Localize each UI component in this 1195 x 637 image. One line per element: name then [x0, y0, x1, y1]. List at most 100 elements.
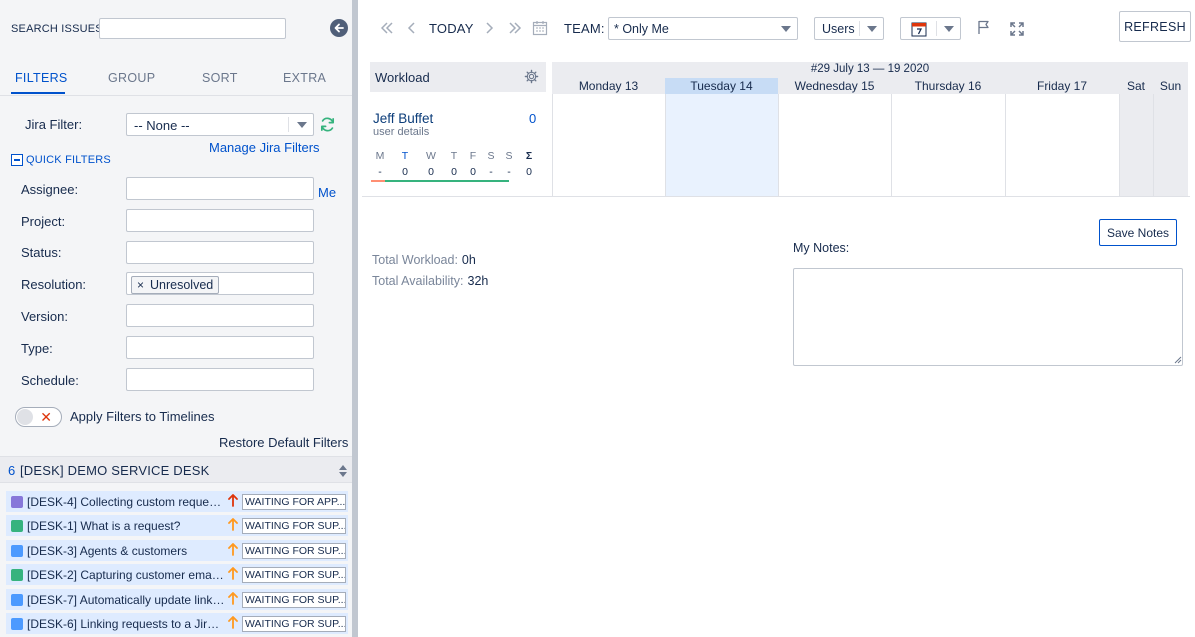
view-select[interactable]: Users: [814, 17, 884, 40]
type-input[interactable]: [126, 336, 314, 359]
chevron-right-icon[interactable]: [482, 21, 496, 35]
status-input[interactable]: [126, 241, 314, 264]
priority-high-icon: [228, 518, 238, 532]
issue-status: WAITING FOR SUP...: [242, 567, 346, 584]
collapse-box-icon: [11, 154, 23, 166]
day-header: Thursday 16: [891, 78, 1005, 94]
group-header[interactable]: 6 [DESK] DEMO SERVICE DESK: [0, 456, 352, 483]
issue-status: WAITING FOR SUP...: [242, 542, 346, 559]
select-separator: [288, 117, 289, 132]
issue-status: WAITING FOR SUP...: [242, 615, 346, 632]
mini-day-header: F: [469, 150, 477, 162]
quick-filters-toggle[interactable]: QUICK FILTERS: [11, 154, 111, 166]
toggle-knob: [17, 409, 33, 425]
assignee-label: Assignee:: [21, 182, 79, 197]
user-name[interactable]: Jeff Buffet: [373, 111, 433, 126]
jira-filter-label: Jira Filter:: [25, 117, 83, 132]
total-workload-value: 0h: [461, 253, 476, 267]
assignee-me-link[interactable]: Me: [318, 185, 336, 200]
issue-row[interactable]: [DESK-1] What is a request? WAITING FOR …: [6, 515, 348, 537]
remove-chip-icon[interactable]: ×: [137, 278, 144, 292]
issue-summary: [DESK-7] Automatically update linke...: [27, 592, 225, 607]
assignee-input[interactable]: [126, 177, 314, 200]
refresh-icon[interactable]: [319, 116, 336, 133]
mini-day-value: -: [507, 166, 511, 178]
project-label: Project:: [21, 214, 66, 229]
apply-filters-toggle[interactable]: ✕: [15, 407, 62, 427]
tab-group[interactable]: GROUP: [108, 71, 155, 85]
resolution-chip-label: Unresolved: [150, 278, 214, 292]
mini-day-header: S: [487, 150, 495, 162]
total-workload-label: Total Workload:: [372, 253, 458, 267]
notes-label: My Notes:: [793, 241, 850, 255]
tab-filters[interactable]: FILTERS: [15, 71, 68, 85]
search-input[interactable]: [99, 18, 286, 39]
team-label: TEAM:: [564, 21, 605, 36]
calendar-icon[interactable]: [532, 20, 548, 36]
mini-day-value: -: [489, 166, 493, 178]
day-cell[interactable]: [891, 94, 1005, 196]
team-select[interactable]: * Only Me: [608, 17, 798, 40]
mini-day-header: W: [426, 150, 436, 162]
manage-jira-filters-link[interactable]: Manage Jira Filters: [209, 140, 320, 155]
resolution-label: Resolution:: [21, 277, 87, 292]
save-notes-button[interactable]: Save Notes: [1099, 219, 1177, 246]
user-details-link[interactable]: user details: [373, 126, 429, 138]
tab-sort[interactable]: SORT: [202, 71, 238, 85]
day-cell[interactable]: [1005, 94, 1119, 196]
issue-row[interactable]: [DESK-4] Collecting custom request ... W…: [6, 491, 348, 512]
mini-day-header: T: [401, 150, 409, 162]
toggle-off-icon: ✕: [40, 409, 52, 425]
grid-divider: [362, 196, 1190, 197]
day-cell[interactable]: [1153, 94, 1188, 196]
request-type-icon: [11, 593, 23, 606]
group-title: [DESK] DEMO SERVICE DESK: [20, 463, 210, 478]
calendar-select[interactable]: [900, 17, 961, 40]
day-cell[interactable]: [778, 94, 891, 196]
flag-icon[interactable]: [976, 19, 992, 35]
issue-row[interactable]: [DESK-6] Linking requests to a Jira So..…: [6, 612, 348, 634]
restore-default-filters-link[interactable]: Restore Default Filters: [219, 435, 348, 450]
apply-filters-label: Apply Filters to Timelines: [70, 409, 215, 424]
priority-highest-icon: [228, 494, 238, 507]
issue-row[interactable]: [DESK-3] Agents & customers WAITING FOR …: [6, 539, 348, 561]
view-select-value: Users: [822, 22, 855, 36]
version-input[interactable]: [126, 304, 314, 327]
jira-filter-select[interactable]: -- None --: [126, 113, 314, 136]
total-workload-row: Total Workload: 0h: [372, 253, 488, 274]
issue-status: WAITING FOR SUP...: [242, 591, 346, 608]
issue-row[interactable]: [DESK-7] Automatically update linke... W…: [6, 588, 348, 610]
tab-extra[interactable]: EXTRA: [283, 71, 326, 85]
gear-icon[interactable]: [524, 69, 539, 84]
mini-day-value: 0: [470, 166, 476, 178]
panel-splitter[interactable]: [352, 0, 360, 637]
group-count: 6: [8, 463, 16, 478]
select-separator: [936, 21, 937, 36]
project-input[interactable]: [126, 209, 314, 232]
user-issue-count[interactable]: 0: [529, 111, 536, 126]
double-chevron-left-icon[interactable]: [380, 21, 394, 35]
mini-day-value: 0: [451, 166, 457, 178]
chevron-left-icon[interactable]: [405, 21, 419, 35]
resize-grip-icon[interactable]: [1174, 356, 1182, 364]
search-row: SEARCH ISSUES:: [0, 0, 352, 58]
priority-high-icon: [228, 567, 238, 581]
resolution-chip: × Unresolved: [131, 276, 220, 294]
schedule-input[interactable]: [126, 368, 314, 391]
priority-high-icon: [228, 591, 238, 605]
collapse-panel-button[interactable]: [330, 19, 348, 37]
jira-filter-value: -- None --: [134, 118, 190, 133]
sort-arrows-icon[interactable]: [338, 464, 348, 478]
day-header: Sun: [1153, 78, 1188, 94]
day-cell[interactable]: [665, 94, 778, 196]
day-cell[interactable]: [552, 94, 665, 196]
issue-row[interactable]: [DESK-2] Capturing customer email r... W…: [6, 564, 348, 586]
mini-total-value: 0: [526, 166, 532, 178]
fullscreen-icon[interactable]: [1010, 22, 1024, 36]
issue-summary: [DESK-4] Collecting custom request ...: [27, 495, 225, 509]
day-cell[interactable]: [1119, 94, 1153, 196]
notes-textarea[interactable]: [793, 268, 1183, 366]
refresh-button[interactable]: REFRESH: [1119, 11, 1191, 42]
today-button[interactable]: TODAY: [429, 21, 474, 36]
double-chevron-right-icon[interactable]: [508, 21, 522, 35]
